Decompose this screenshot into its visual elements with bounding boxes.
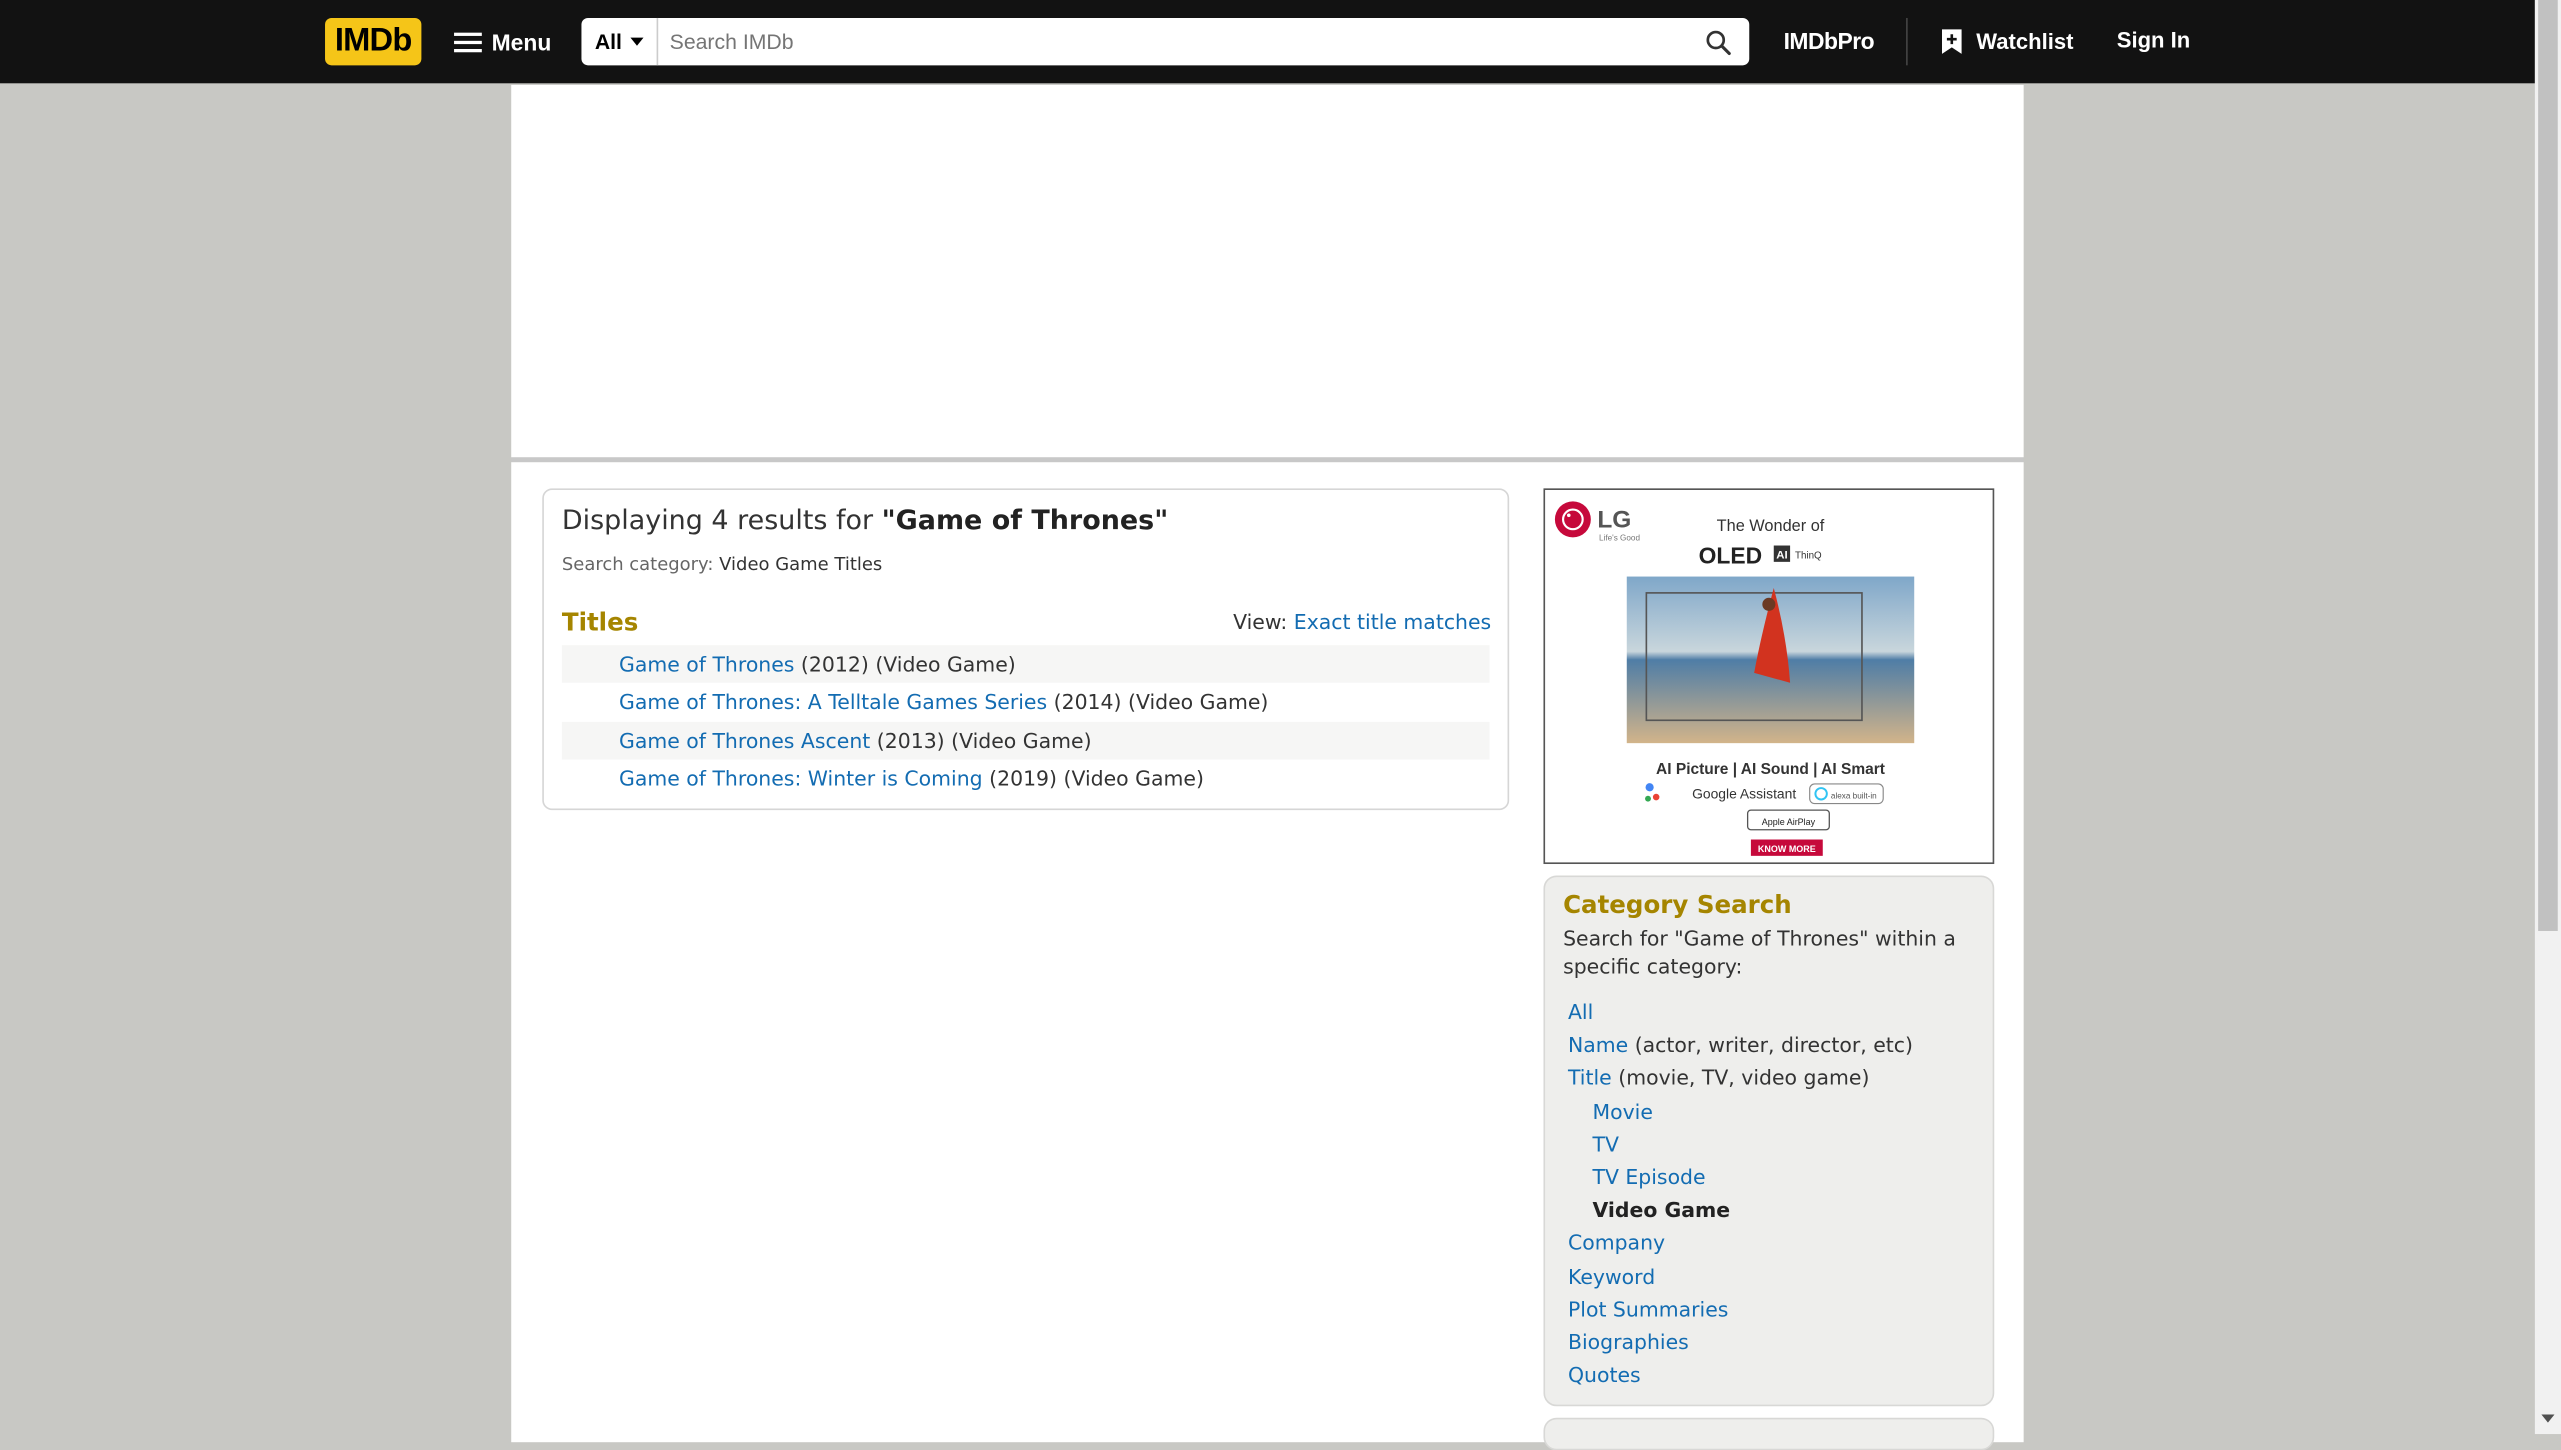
result-meta: (2019) (Video Game) [982,765,1204,791]
results-list: Game of Thrones (2012) (Video Game) Game… [561,645,1490,797]
svg-text:Life's Good: Life's Good [1599,534,1640,543]
view-options: View: Exact title matches [1233,609,1492,634]
category-biographies-link[interactable]: Biographies [1568,1329,1689,1353]
result-row: Game of Thrones: A Telltale Games Series… [562,683,1490,721]
top-ad-space [511,84,2024,458]
category-keyword-link[interactable]: Keyword [1568,1263,1655,1287]
category-all-link[interactable]: All [1568,1000,1593,1024]
svg-text:alexa built-in: alexa built-in [1831,792,1877,801]
svg-text:ThinQ: ThinQ [1795,551,1822,562]
category-video-game-current: Video Game [1592,1197,1731,1222]
category-quotes-link[interactable]: Quotes [1568,1362,1641,1386]
watchlist-button[interactable]: Watchlist [1940,28,2073,56]
category-title-note: (movie, TV, video game) [1611,1065,1870,1091]
svg-text:LG: LG [1597,507,1631,534]
result-meta: (2012) (Video Game) [794,651,1016,677]
svg-text:Apple AirPlay: Apple AirPlay [1762,817,1816,827]
result-meta: (2014) (Video Game) [1047,689,1269,715]
page: IMDb Menu All IMDbPro Watchlist [0,0,2561,1450]
search-category-dropdown[interactable]: All [581,17,659,66]
svg-text:OLED: OLED [1699,542,1762,568]
imdb-logo[interactable]: IMDb [325,17,422,66]
bookmark-plus-icon [1941,29,1962,54]
svg-text:Google Assistant: Google Assistant [1692,786,1796,802]
sign-in-link[interactable]: Sign In [2117,28,2190,52]
result-row: Game of Thrones (2012) (Video Game) [561,645,1490,684]
svg-text:The Wonder of: The Wonder of [1717,517,1825,535]
search-bar: All [581,17,1750,66]
search-input[interactable] [669,17,1683,66]
search-category-info: Search category: Video Game Titles [561,553,883,575]
hamburger-menu-icon [454,31,482,52]
result-title-link[interactable]: Game of Thrones Ascent [619,728,870,752]
watchlist-label: Watchlist [1976,29,2074,54]
category-movie-link[interactable]: Movie [1592,1098,1652,1122]
titles-section-heading: Titles [561,607,639,637]
search-query: "Game of Thrones" [881,504,1169,536]
category-name-note: (actor, writer, director, etc) [1628,1032,1913,1058]
result-meta: (2013) (Video Game) [870,727,1092,753]
top-navigation-bar: IMDb Menu All IMDbPro Watchlist [0,0,2535,84]
lg-ad-image: LG Life's Good The Wonder of OLED AI Thi… [1554,501,1915,856]
svg-text:AI Picture | AI Sound | AI: AI Picture | AI Sound | AI Smart [1656,761,1885,778]
category-title-link[interactable]: Title [1568,1066,1612,1090]
category-plot-summaries-link[interactable]: Plot Summaries [1568,1296,1728,1320]
result-row: Game of Thrones: Winter is Coming (2019)… [562,759,1490,797]
caret-down-icon [630,37,644,46]
result-title-link[interactable]: Game of Thrones [619,652,794,676]
search-category-name: Video Game Titles [719,553,883,575]
category-search-panel: Category Search Search for "Game of Thro… [1543,875,1995,1407]
search-results-panel: Displaying 4 results for "Game of Throne… [542,488,1510,811]
scrollbar-thumb[interactable] [2538,0,2558,931]
svg-text:AI: AI [1776,550,1787,562]
result-title-link[interactable]: Game of Thrones: A Telltale Games Series [619,690,1047,714]
results-heading: Displaying 4 results for "Game of Throne… [561,504,1169,536]
menu-button[interactable]: Menu [444,21,561,62]
category-company-link[interactable]: Company [1568,1230,1665,1254]
search-icon[interactable] [1704,28,1733,57]
category-list: All Name (actor, writer, director, etc) … [1568,998,1913,1394]
search-category-value: All [594,29,622,54]
category-tv-link[interactable]: TV [1592,1131,1618,1155]
svg-text:KNOW MORE: KNOW MORE [1758,844,1816,854]
header-divider [1906,17,1908,66]
result-row: Game of Thrones Ascent (2013) (Video Gam… [561,721,1490,760]
category-search-description: Search for "Game of Thrones" within a sp… [1563,926,1956,978]
category-tv-episode-link[interactable]: TV Episode [1592,1164,1705,1188]
result-title-link[interactable]: Game of Thrones: Winter is Coming [619,766,983,790]
exact-title-matches-link[interactable]: Exact title matches [1294,609,1491,633]
category-search-heading: Category Search [1563,890,1792,920]
scroll-down-arrow-icon[interactable] [2541,1414,2555,1423]
lg-oled-advertisement[interactable]: LG Life's Good The Wonder of OLED AI Thi… [1543,488,1995,865]
category-name-link[interactable]: Name [1568,1033,1628,1057]
menu-label: Menu [491,28,552,55]
imdbpro-link[interactable]: IMDbPro [1784,28,1875,54]
